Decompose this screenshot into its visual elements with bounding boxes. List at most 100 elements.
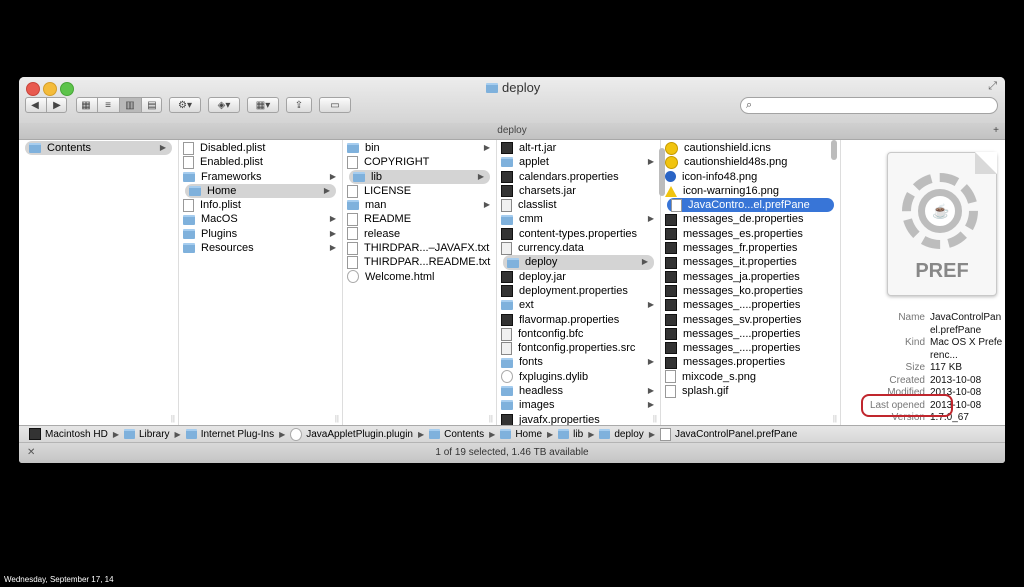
list-item[interactable]: messages_....properties — [661, 327, 840, 341]
list-item[interactable]: cautionshield.icns — [661, 141, 840, 155]
list-item[interactable]: messages_it.properties — [661, 255, 840, 269]
path-crumb[interactable]: Library ▶ — [123, 429, 186, 440]
list-item[interactable]: messages_sv.properties — [661, 313, 840, 327]
list-item[interactable]: mixcode_s.png — [661, 370, 840, 384]
list-item[interactable]: Home ▶ — [185, 183, 336, 199]
action-button[interactable]: ⚙▾ — [169, 97, 201, 113]
tags-button[interactable]: ▭ — [319, 97, 351, 113]
list-item[interactable]: messages_ko.properties — [661, 284, 840, 298]
path-crumb[interactable]: Macintosh HD ▶ — [29, 428, 124, 440]
column-view-icon[interactable]: ▥ — [119, 98, 142, 112]
list-item[interactable]: bin ▶ — [343, 141, 496, 155]
list-item[interactable]: man ▶ — [343, 198, 496, 212]
list-item[interactable]: deployment.properties — [497, 284, 660, 298]
list-item[interactable]: fxplugins.dylib — [497, 370, 660, 384]
list-item[interactable]: icon-info48.png — [661, 170, 840, 184]
list-item[interactable]: classlist — [497, 198, 660, 212]
list-item[interactable]: cautionshield48s.png — [661, 155, 840, 169]
list-item[interactable]: fonts ▶ — [497, 355, 660, 369]
list-item[interactable]: fontconfig.bfc — [497, 327, 660, 341]
path-crumb[interactable]: Contents ▶ — [429, 429, 500, 440]
icon-view-icon[interactable]: ▦ — [76, 98, 98, 112]
list-item[interactable]: Resources ▶ — [179, 241, 342, 255]
column-resize-handle[interactable]: || — [489, 414, 493, 423]
search-icon: ⌕ — [746, 99, 753, 111]
list-item[interactable]: Frameworks ▶ — [179, 170, 342, 184]
list-item[interactable]: flavormap.properties — [497, 313, 660, 327]
share-button[interactable]: ⇪ — [286, 97, 312, 113]
list-item[interactable]: content-types.properties — [497, 227, 660, 241]
list-item[interactable]: currency.data — [497, 241, 660, 255]
path-crumb[interactable]: Internet Plug-Ins ▶ — [185, 429, 291, 440]
exec-icon — [665, 242, 677, 255]
list-item[interactable]: icon-warning16.png — [661, 184, 840, 198]
path-crumb[interactable]: Home ▶ — [500, 429, 558, 440]
column-resize-handle[interactable]: || — [833, 414, 837, 423]
list-item[interactable]: release — [343, 227, 496, 241]
list-item[interactable]: Plugins ▶ — [179, 227, 342, 241]
list-item[interactable]: alt-rt.jar — [497, 141, 660, 155]
list-item[interactable]: deploy ▶ — [503, 255, 654, 270]
list-item[interactable]: Disabled.plist — [179, 141, 342, 155]
web-icon — [347, 270, 359, 284]
list-item[interactable]: deploy.jar — [497, 270, 660, 284]
dropbox-button[interactable]: ◈▾ — [208, 97, 240, 113]
list-item[interactable]: calendars.properties — [497, 170, 660, 184]
list-item[interactable]: COPYRIGHT — [343, 155, 496, 169]
list-item[interactable]: applet ▶ — [497, 155, 660, 169]
list-item[interactable]: images ▶ — [497, 398, 660, 412]
path-bar: Macintosh HD ▶ Library ▶ Internet Plug-Ins ▶ J… — [19, 425, 1005, 443]
list-item[interactable]: messages_ja.properties — [661, 270, 840, 284]
list-item[interactable]: LICENSE — [343, 184, 496, 198]
list-item[interactable]: messages_fr.properties — [661, 241, 840, 255]
list-item[interactable]: messages_....properties — [661, 341, 840, 355]
path-crumb[interactable]: deploy ▶ — [599, 429, 660, 440]
coverflow-view-icon[interactable]: ▤ — [142, 98, 163, 112]
scrollbar[interactable] — [831, 140, 837, 160]
list-item[interactable]: charsets.jar — [497, 184, 660, 198]
column-resize-handle[interactable]: || — [653, 414, 657, 423]
scrollbar[interactable] — [659, 148, 665, 196]
new-tab-icon[interactable]: + — [993, 123, 999, 139]
column-resize-handle[interactable]: || — [335, 414, 339, 423]
list-item[interactable]: THIRDPAR...README.txt — [343, 255, 496, 270]
list-item[interactable]: ext ▶ — [497, 298, 660, 312]
list-item[interactable]: Contents ▶ — [25, 141, 172, 156]
search-field[interactable]: ⌕ — [740, 97, 998, 114]
forward-icon[interactable]: ▶ — [47, 98, 68, 112]
file-icon — [659, 427, 671, 441]
close-button[interactable] — [26, 82, 40, 96]
arrange-button[interactable]: ▦▾ — [247, 97, 279, 113]
back-icon[interactable]: ◀ — [25, 98, 47, 112]
list-item[interactable]: THIRDPAR...–JAVAFX.txt — [343, 241, 496, 255]
path-separator-icon: ▶ — [648, 429, 655, 439]
list-item[interactable]: JavaContro...el.prefPane — [667, 198, 834, 213]
path-crumb[interactable]: lib ▶ — [558, 429, 599, 440]
fullscreen-icon[interactable]: ⤢ — [988, 80, 997, 93]
list-item[interactable]: splash.gif — [661, 384, 840, 398]
file-icon — [183, 155, 194, 169]
list-item[interactable]: README — [343, 212, 496, 227]
list-item[interactable]: Enabled.plist — [179, 155, 342, 169]
list-item[interactable]: fontconfig.properties.src — [497, 341, 660, 355]
list-item[interactable]: headless ▶ — [497, 384, 660, 398]
list-view-icon[interactable]: ≡ — [98, 98, 120, 112]
list-item[interactable]: MacOS ▶ — [179, 212, 342, 226]
list-item-label: cautionshield.icns — [684, 142, 771, 154]
list-item[interactable]: Welcome.html — [343, 270, 496, 284]
list-item[interactable]: messages_es.properties — [661, 227, 840, 241]
list-item[interactable]: Info.plist — [179, 198, 342, 212]
zoom-button[interactable] — [60, 82, 74, 96]
folder-icon — [501, 300, 513, 311]
path-crumb[interactable]: JavaControlPanel.prefPane — [659, 427, 797, 441]
list-item[interactable]: messages_de.properties — [661, 212, 840, 226]
list-item[interactable]: lib ▶ — [349, 169, 490, 184]
list-item[interactable]: cmm ▶ — [497, 212, 660, 226]
path-crumb[interactable]: JavaAppletPlugin.plugin ▶ — [290, 427, 429, 441]
list-item[interactable]: messages.properties — [661, 355, 840, 369]
column-resize-handle[interactable]: || — [171, 414, 175, 423]
minimize-button[interactable] — [43, 82, 57, 96]
list-item[interactable]: messages_....properties — [661, 298, 840, 312]
tools-icon[interactable]: ✕ — [27, 443, 35, 463]
path-crumb-label: lib — [573, 428, 584, 440]
